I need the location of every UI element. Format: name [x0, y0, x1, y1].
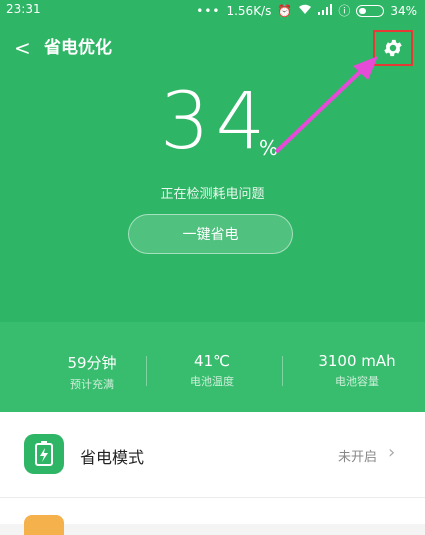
- next-item-icon: [24, 515, 64, 535]
- settings-list: 省电模式 未开启 ›: [0, 412, 425, 535]
- list-item-power-saving-mode[interactable]: 省电模式 未开启 ›: [0, 412, 425, 498]
- battery-bolt-icon: [24, 434, 64, 474]
- list-item-status: 未开启: [338, 450, 378, 465]
- list-item-label: 省电模式: [80, 448, 145, 467]
- chevron-right-icon: ›: [388, 442, 396, 463]
